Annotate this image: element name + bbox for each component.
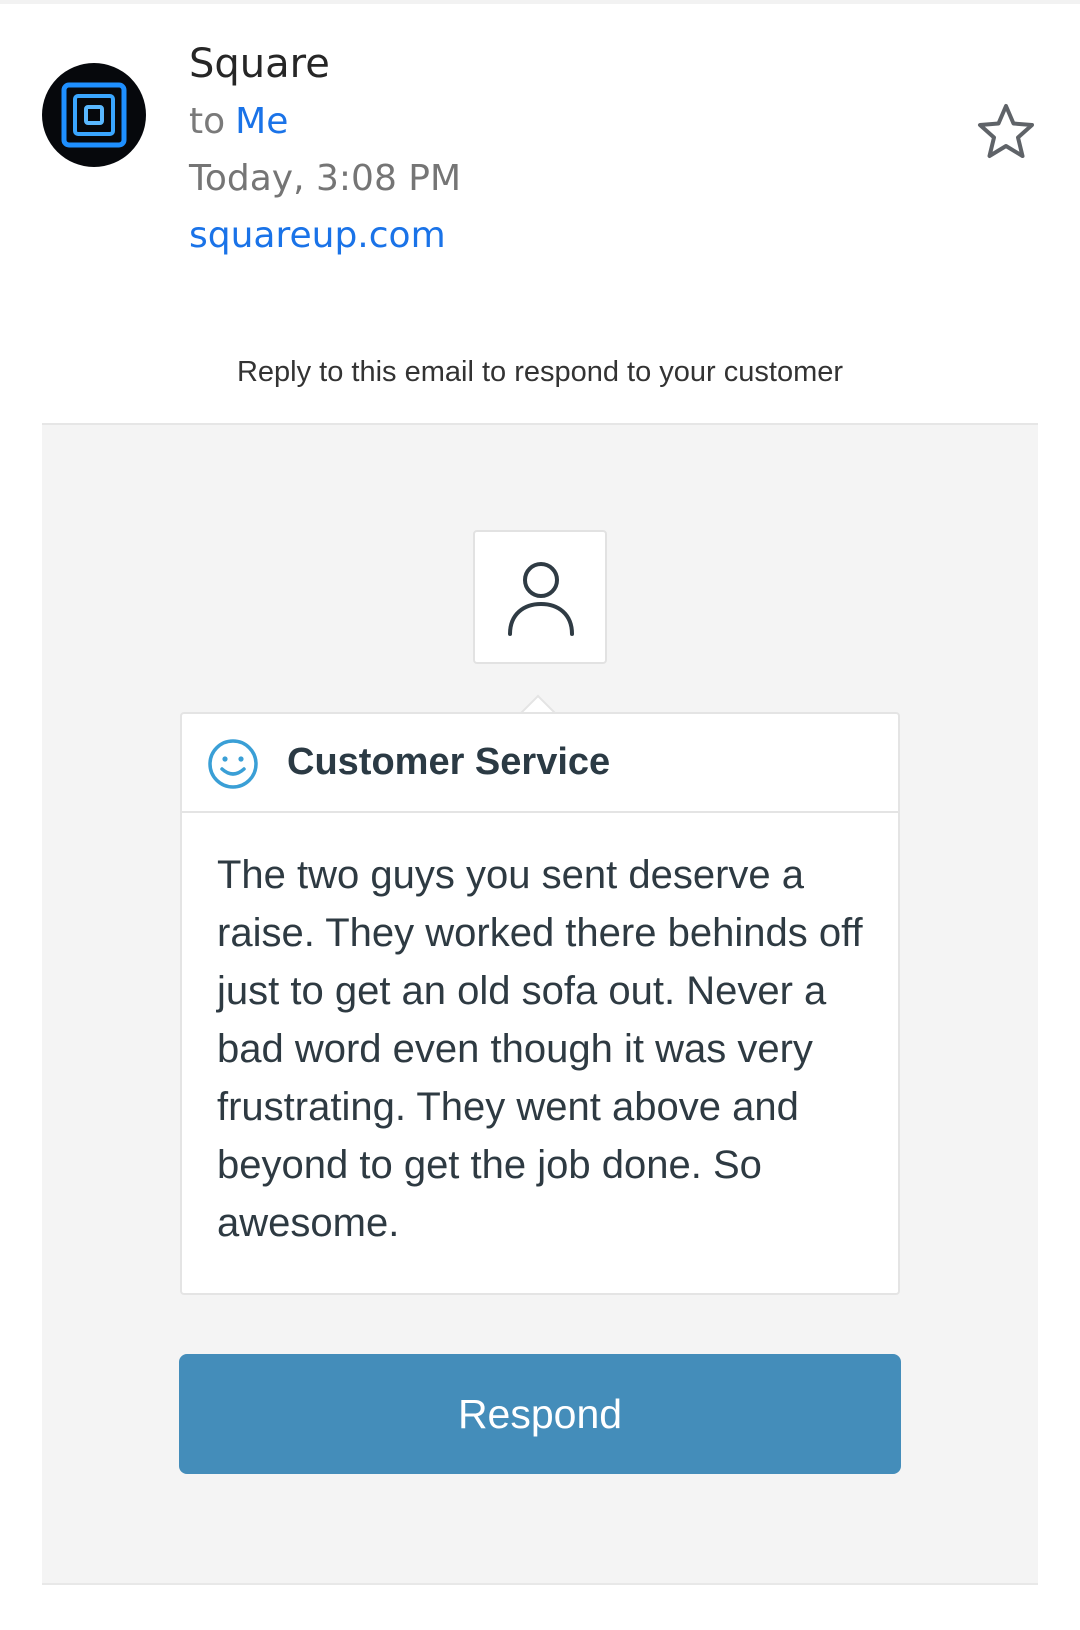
square-logo-icon xyxy=(61,82,127,148)
to-label: to xyxy=(189,101,226,142)
smile-icon xyxy=(208,739,258,789)
customer-avatar xyxy=(473,530,607,664)
sender-name[interactable]: Square xyxy=(189,40,330,88)
email-view: Square to Me Today, 3:08 PM squareup.com … xyxy=(0,0,1080,1630)
recipient-name[interactable]: Me xyxy=(235,101,288,142)
star-icon[interactable] xyxy=(976,102,1036,162)
sender-avatar[interactable] xyxy=(42,63,146,167)
sender-domain-link[interactable]: squareup.com xyxy=(189,214,446,258)
top-divider xyxy=(0,0,1080,4)
recipient-line: to Me xyxy=(189,100,288,144)
email-date: Today, 3:08 PM xyxy=(189,158,462,199)
feedback-message: The two guys you sent deserve a raise. T… xyxy=(217,853,863,1245)
card-title: Customer Service xyxy=(287,741,611,783)
card-header: Customer Service xyxy=(182,714,898,813)
respond-button[interactable]: Respond xyxy=(179,1354,901,1474)
reply-notice: Reply to this email to respond to your c… xyxy=(236,356,844,388)
person-icon xyxy=(508,562,574,636)
